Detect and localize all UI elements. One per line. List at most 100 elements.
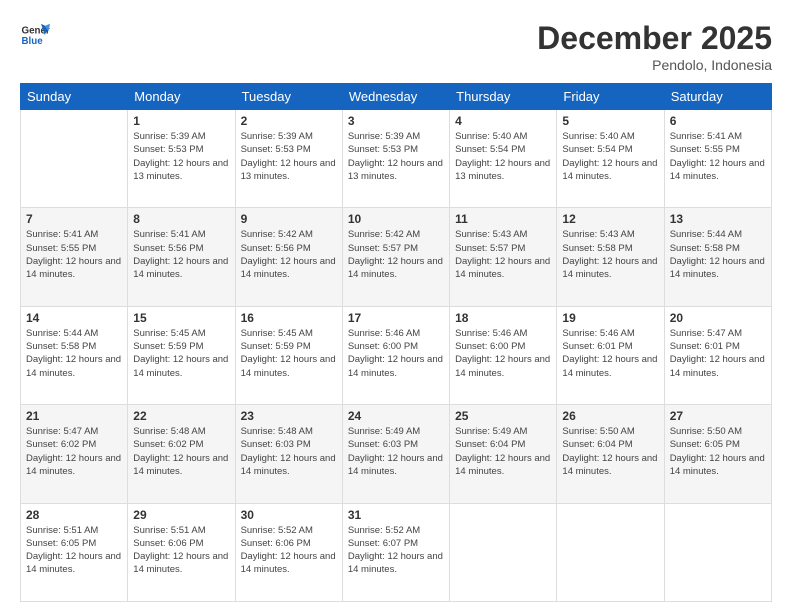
table-row: 31 Sunrise: 5:52 AM Sunset: 6:07 PM Dayli… — [342, 503, 449, 601]
table-row: 30Sunrise: 5:52 AM Sunset: 6:06 PM Dayli… — [235, 503, 342, 601]
day-number: 10 — [348, 212, 444, 226]
table-row: 11 Sunrise: 5:43 AM Sunset: 5:57 PM Dayli… — [450, 208, 557, 306]
day-info: Sunrise: 5:40 AM Sunset: 5:54 PM Dayligh… — [455, 130, 551, 183]
day-number: 31 — [348, 508, 444, 522]
day-info: Sunrise: 5:52 AM Sunset: 6:06 PM Dayligh… — [241, 524, 337, 577]
header: General Blue December 2025 Pendolo, Indo… — [20, 20, 772, 73]
logo-icon: General Blue — [20, 20, 50, 50]
header-thursday: Thursday — [450, 84, 557, 110]
page: General Blue December 2025 Pendolo, Indo… — [0, 0, 792, 612]
day-info: Sunrise: 5:43 AM Sunset: 5:57 PM Dayligh… — [455, 228, 551, 281]
table-row: 19 Sunrise: 5:46 AM Sunset: 6:01 PM Dayli… — [557, 306, 664, 404]
header-friday: Friday — [557, 84, 664, 110]
table-row: 15Sunrise: 5:45 AM Sunset: 5:59 PM Dayli… — [128, 306, 235, 404]
table-row — [664, 503, 771, 601]
table-row: 1Sunrise: 5:39 AM Sunset: 5:53 PM Daylig… — [128, 110, 235, 208]
table-row: 14Sunrise: 5:44 AM Sunset: 5:58 PM Dayli… — [21, 306, 128, 404]
day-info: Sunrise: 5:41 AM Sunset: 5:55 PM Dayligh… — [26, 228, 122, 281]
day-number: 27 — [670, 409, 766, 423]
day-number: 24 — [348, 409, 444, 423]
day-info: Sunrise: 5:46 AM Sunset: 6:01 PM Dayligh… — [562, 327, 658, 380]
header-tuesday: Tuesday — [235, 84, 342, 110]
day-info: Sunrise: 5:43 AM Sunset: 5:58 PM Dayligh… — [562, 228, 658, 281]
day-number: 25 — [455, 409, 551, 423]
day-number: 9 — [241, 212, 337, 226]
day-info: Sunrise: 5:51 AM Sunset: 6:05 PM Dayligh… — [26, 524, 122, 577]
subtitle: Pendolo, Indonesia — [537, 57, 772, 73]
day-info: Sunrise: 5:48 AM Sunset: 6:02 PM Dayligh… — [133, 425, 229, 478]
day-info: Sunrise: 5:44 AM Sunset: 5:58 PM Dayligh… — [670, 228, 766, 281]
calendar-table: Sunday Monday Tuesday Wednesday Thursday… — [20, 83, 772, 602]
day-info: Sunrise: 5:40 AM Sunset: 5:54 PM Dayligh… — [562, 130, 658, 183]
table-row — [557, 503, 664, 601]
table-row — [450, 503, 557, 601]
day-info: Sunrise: 5:44 AM Sunset: 5:58 PM Dayligh… — [26, 327, 122, 380]
day-number: 11 — [455, 212, 551, 226]
day-info: Sunrise: 5:42 AM Sunset: 5:57 PM Dayligh… — [348, 228, 444, 281]
day-number: 2 — [241, 114, 337, 128]
day-info: Sunrise: 5:39 AM Sunset: 5:53 PM Dayligh… — [241, 130, 337, 183]
table-row: 20 Sunrise: 5:47 AM Sunset: 6:01 PM Dayli… — [664, 306, 771, 404]
day-info: Sunrise: 5:49 AM Sunset: 6:04 PM Dayligh… — [455, 425, 551, 478]
table-row: 3 Sunrise: 5:39 AM Sunset: 5:53 PM Daylig… — [342, 110, 449, 208]
day-number: 28 — [26, 508, 122, 522]
table-row: 6Sunrise: 5:41 AM Sunset: 5:55 PM Daylig… — [664, 110, 771, 208]
day-number: 13 — [670, 212, 766, 226]
day-number: 12 — [562, 212, 658, 226]
table-row: 28 Sunrise: 5:51 AM Sunset: 6:05 PM Dayli… — [21, 503, 128, 601]
day-number: 20 — [670, 311, 766, 325]
day-info: Sunrise: 5:50 AM Sunset: 6:05 PM Dayligh… — [670, 425, 766, 478]
header-saturday: Saturday — [664, 84, 771, 110]
day-info: Sunrise: 5:41 AM Sunset: 5:55 PM Dayligh… — [670, 130, 766, 183]
day-info: Sunrise: 5:39 AM Sunset: 5:53 PM Dayligh… — [133, 130, 229, 183]
day-info: Sunrise: 5:45 AM Sunset: 5:59 PM Dayligh… — [133, 327, 229, 380]
table-row: 5 Sunrise: 5:40 AM Sunset: 5:54 PM Daylig… — [557, 110, 664, 208]
calendar-week-row: 1Sunrise: 5:39 AM Sunset: 5:53 PM Daylig… — [21, 110, 772, 208]
table-row: 21Sunrise: 5:47 AM Sunset: 6:02 PM Dayli… — [21, 405, 128, 503]
day-info: Sunrise: 5:47 AM Sunset: 6:02 PM Dayligh… — [26, 425, 122, 478]
day-number: 26 — [562, 409, 658, 423]
table-row: 7 Sunrise: 5:41 AM Sunset: 5:55 PM Daylig… — [21, 208, 128, 306]
header-sunday: Sunday — [21, 84, 128, 110]
day-info: Sunrise: 5:46 AM Sunset: 6:00 PM Dayligh… — [455, 327, 551, 380]
month-title: December 2025 — [537, 20, 772, 57]
day-number: 29 — [133, 508, 229, 522]
weekday-header-row: Sunday Monday Tuesday Wednesday Thursday… — [21, 84, 772, 110]
day-number: 16 — [241, 311, 337, 325]
day-number: 17 — [348, 311, 444, 325]
day-info: Sunrise: 5:39 AM Sunset: 5:53 PM Dayligh… — [348, 130, 444, 183]
day-number: 5 — [562, 114, 658, 128]
day-number: 8 — [133, 212, 229, 226]
day-number: 23 — [241, 409, 337, 423]
day-number: 3 — [348, 114, 444, 128]
day-number: 19 — [562, 311, 658, 325]
table-row: 9 Sunrise: 5:42 AM Sunset: 5:56 PM Daylig… — [235, 208, 342, 306]
day-info: Sunrise: 5:49 AM Sunset: 6:03 PM Dayligh… — [348, 425, 444, 478]
table-row: 16 Sunrise: 5:45 AM Sunset: 5:59 PM Dayli… — [235, 306, 342, 404]
header-monday: Monday — [128, 84, 235, 110]
calendar-week-row: 21Sunrise: 5:47 AM Sunset: 6:02 PM Dayli… — [21, 405, 772, 503]
table-row: 17 Sunrise: 5:46 AM Sunset: 6:00 PM Dayli… — [342, 306, 449, 404]
day-info: Sunrise: 5:47 AM Sunset: 6:01 PM Dayligh… — [670, 327, 766, 380]
table-row: 26Sunrise: 5:50 AM Sunset: 6:04 PM Dayli… — [557, 405, 664, 503]
table-row: 25 Sunrise: 5:49 AM Sunset: 6:04 PM Dayli… — [450, 405, 557, 503]
table-row: 13 Sunrise: 5:44 AM Sunset: 5:58 PM Dayli… — [664, 208, 771, 306]
table-row: 10 Sunrise: 5:42 AM Sunset: 5:57 PM Dayli… — [342, 208, 449, 306]
table-row — [21, 110, 128, 208]
day-number: 18 — [455, 311, 551, 325]
table-row: 18 Sunrise: 5:46 AM Sunset: 6:00 PM Dayli… — [450, 306, 557, 404]
day-info: Sunrise: 5:42 AM Sunset: 5:56 PM Dayligh… — [241, 228, 337, 281]
calendar-week-row: 7 Sunrise: 5:41 AM Sunset: 5:55 PM Daylig… — [21, 208, 772, 306]
day-number: 22 — [133, 409, 229, 423]
table-row: 4 Sunrise: 5:40 AM Sunset: 5:54 PM Daylig… — [450, 110, 557, 208]
calendar-week-row: 14Sunrise: 5:44 AM Sunset: 5:58 PM Dayli… — [21, 306, 772, 404]
table-row: 24 Sunrise: 5:49 AM Sunset: 6:03 PM Dayli… — [342, 405, 449, 503]
day-number: 4 — [455, 114, 551, 128]
svg-text:Blue: Blue — [22, 36, 44, 47]
day-info: Sunrise: 5:46 AM Sunset: 6:00 PM Dayligh… — [348, 327, 444, 380]
table-row: 8Sunrise: 5:41 AM Sunset: 5:56 PM Daylig… — [128, 208, 235, 306]
day-number: 7 — [26, 212, 122, 226]
day-info: Sunrise: 5:45 AM Sunset: 5:59 PM Dayligh… — [241, 327, 337, 380]
day-info: Sunrise: 5:52 AM Sunset: 6:07 PM Dayligh… — [348, 524, 444, 577]
table-row: 27 Sunrise: 5:50 AM Sunset: 6:05 PM Dayli… — [664, 405, 771, 503]
